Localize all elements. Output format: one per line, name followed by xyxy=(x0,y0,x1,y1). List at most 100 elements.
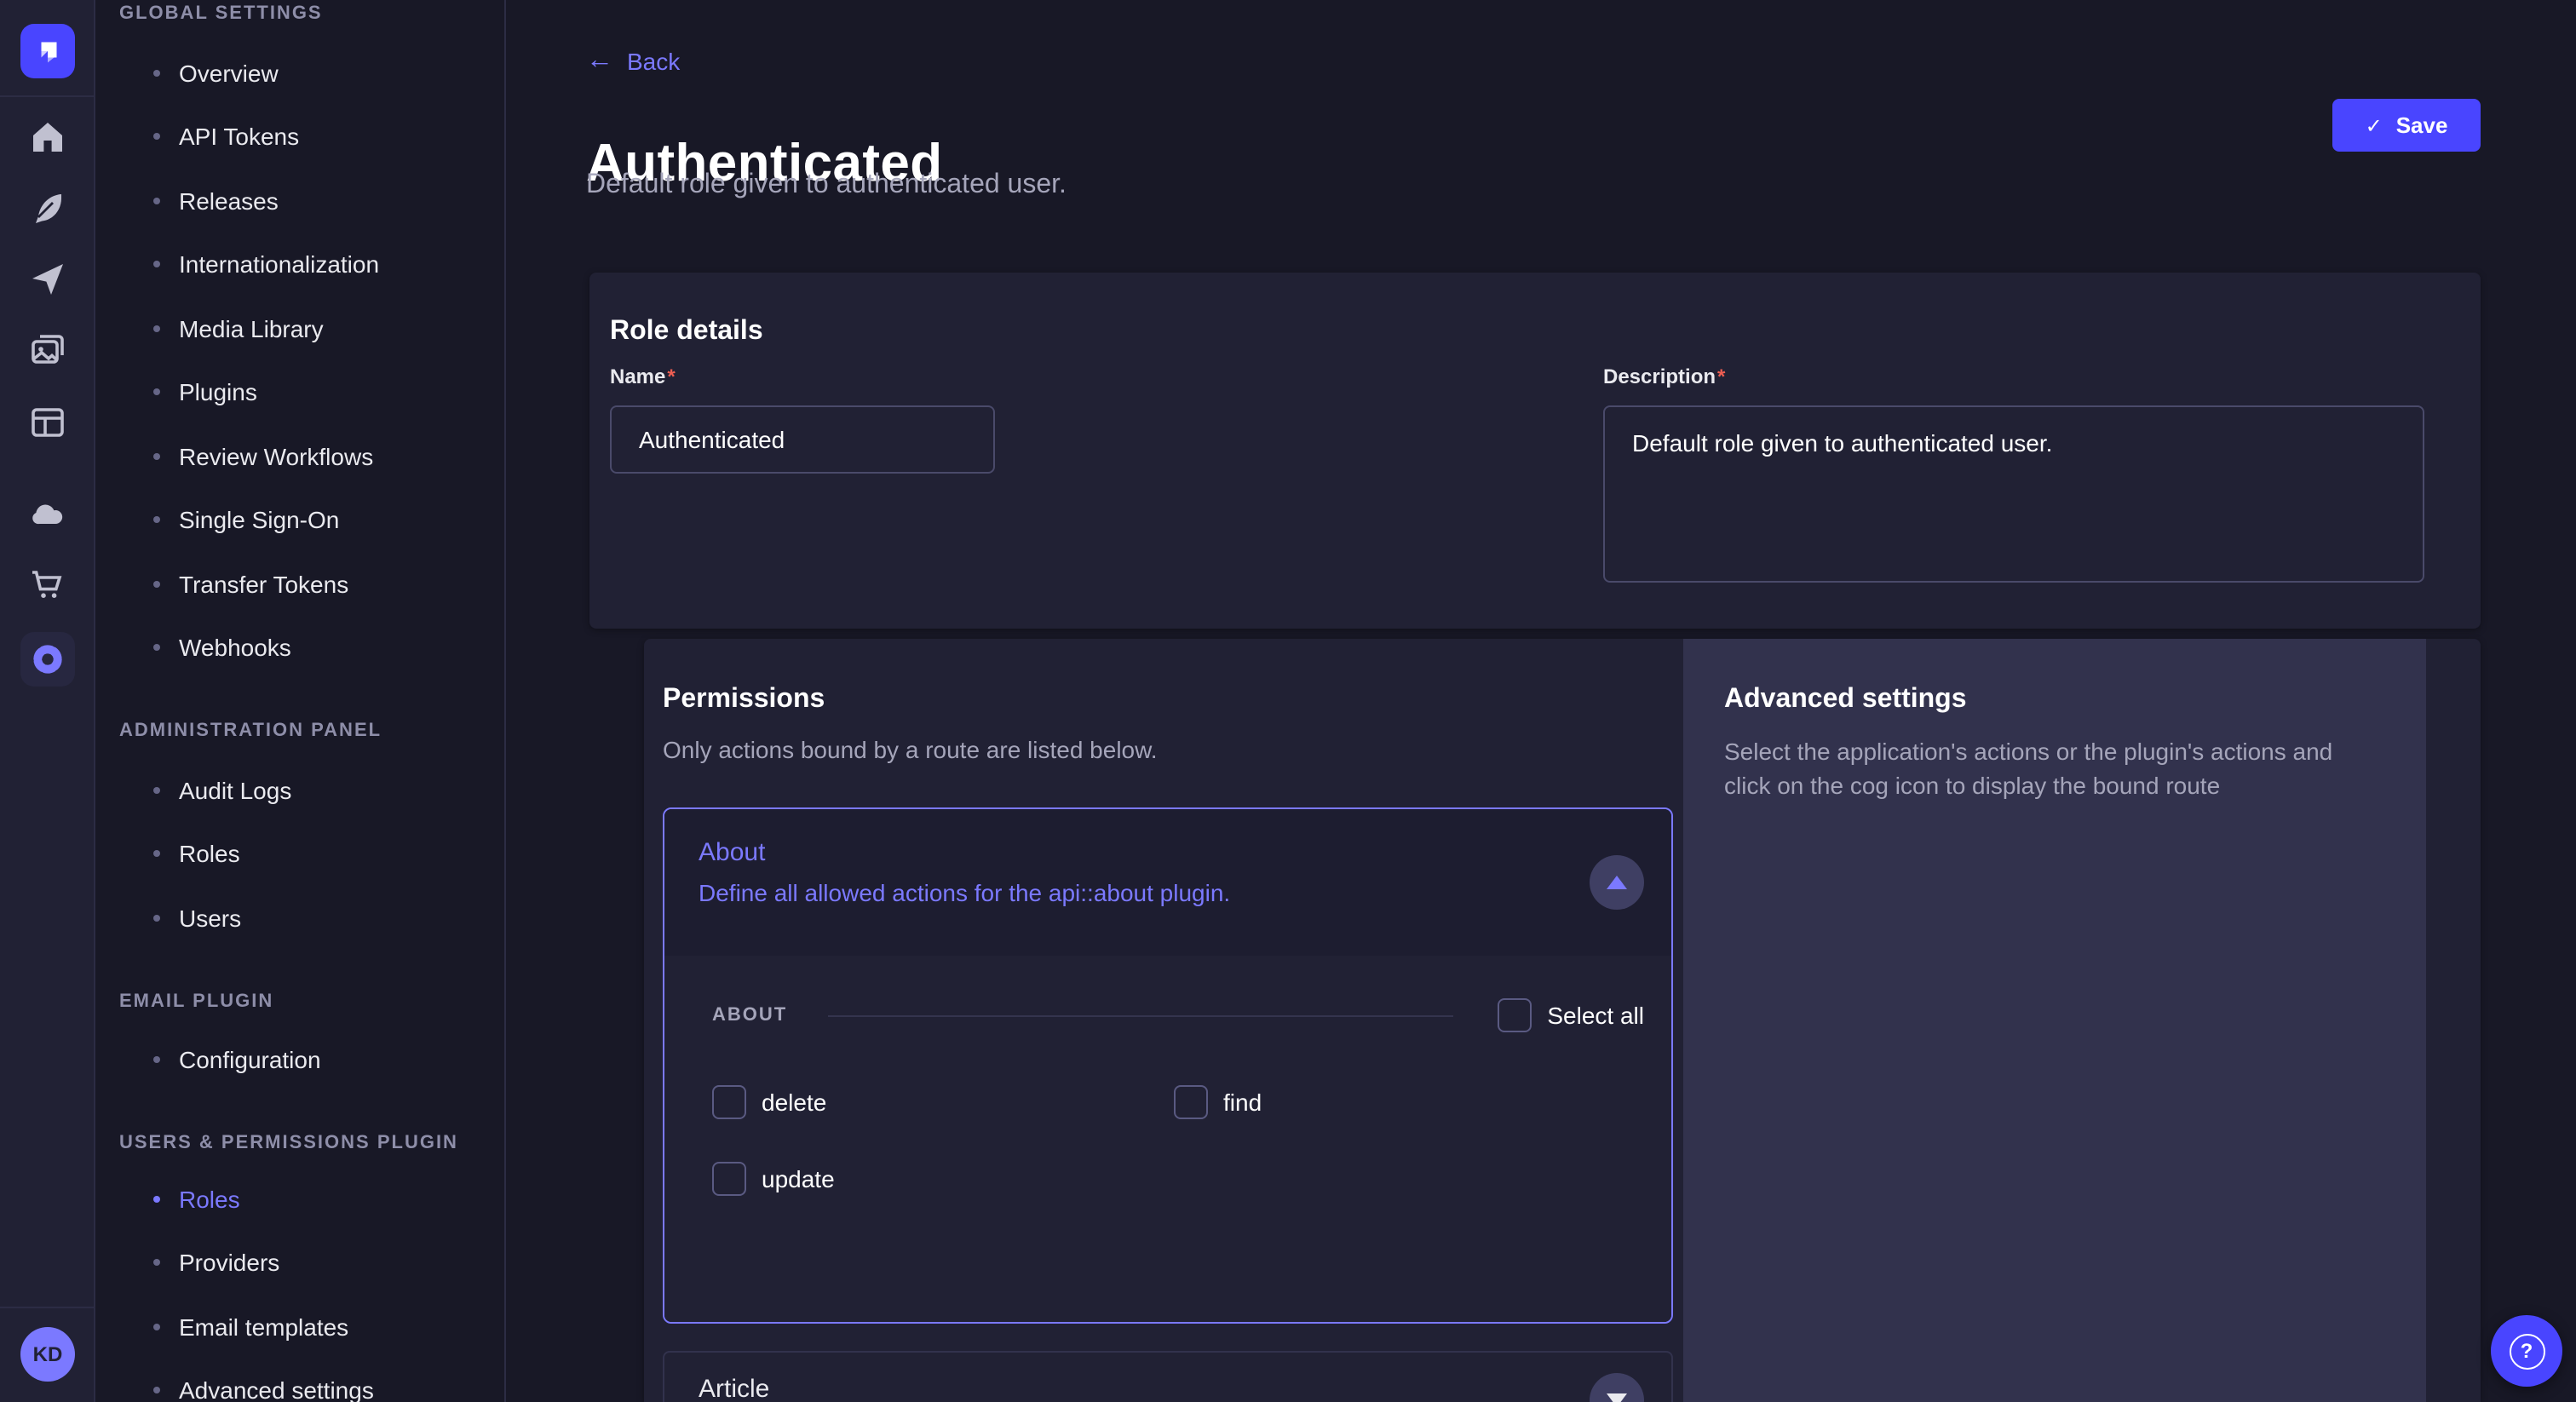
description-textarea[interactable]: Default role given to authenticated user… xyxy=(1603,405,2424,583)
sidebar-item-single-sign-on[interactable]: Single Sign-On xyxy=(119,488,504,552)
update-label: update xyxy=(762,1165,835,1192)
sidebar-item-internationalization[interactable]: Internationalization xyxy=(119,233,504,296)
sidebar-item-label: Releases xyxy=(179,187,279,215)
help-button[interactable]: ? xyxy=(2491,1315,2562,1387)
sidebar-item-api-tokens[interactable]: API Tokens xyxy=(119,105,504,169)
update-checkbox[interactable] xyxy=(712,1162,746,1196)
description-label: Description* xyxy=(1603,365,1725,388)
permission-update: update xyxy=(712,1162,1174,1196)
sidebar-item-media-library[interactable]: Media Library xyxy=(119,296,504,360)
delete-label: delete xyxy=(762,1089,826,1116)
sidebar-item-roles[interactable]: Roles xyxy=(119,1167,504,1231)
delete-checkbox[interactable] xyxy=(712,1085,746,1119)
sidebar-item-configuration[interactable]: Configuration xyxy=(119,1028,504,1092)
cart-icon[interactable] xyxy=(27,564,68,605)
collapse-about-button[interactable] xyxy=(1590,855,1644,910)
required-asterisk: * xyxy=(667,365,675,388)
sidebar-item-advanced-settings[interactable]: Advanced settings xyxy=(119,1359,504,1402)
about-group-label: ABOUT xyxy=(712,1005,787,1026)
group-divider-line xyxy=(828,1014,1453,1016)
bullet-icon xyxy=(153,1260,160,1267)
user-avatar[interactable]: KD xyxy=(20,1327,75,1382)
rail-divider xyxy=(0,95,94,97)
bullet-icon xyxy=(153,1324,160,1330)
nav-section-header: ADMINISTRATION PANEL xyxy=(119,721,504,741)
rail-item-settings-active[interactable] xyxy=(20,632,75,687)
strapi-settings-page: KD GLOBAL SETTINGSOverviewAPI TokensRele… xyxy=(0,0,2576,1402)
sidebar-item-label: API Tokens xyxy=(179,124,299,151)
sidebar-item-plugins[interactable]: Plugins xyxy=(119,360,504,424)
bullet-icon xyxy=(153,645,160,652)
role-details-heading: Role details xyxy=(610,315,2460,349)
send-icon[interactable] xyxy=(27,259,68,300)
layout-icon[interactable] xyxy=(27,402,68,443)
bullet-icon xyxy=(153,70,160,77)
sidebar-item-overview[interactable]: Overview xyxy=(119,41,504,105)
select-all-checkbox[interactable] xyxy=(1498,998,1532,1032)
sidebar-item-review-workflows[interactable]: Review Workflows xyxy=(119,424,504,488)
bullet-icon xyxy=(153,325,160,332)
sidebar-item-label: Internationalization xyxy=(179,251,379,279)
sidebar-item-transfer-tokens[interactable]: Transfer Tokens xyxy=(119,552,504,616)
sidebar-item-email-templates[interactable]: Email templates xyxy=(119,1295,504,1359)
chevron-up-icon xyxy=(1607,876,1627,889)
select-all-wrap: Select all xyxy=(1498,998,1644,1032)
cloud-icon[interactable] xyxy=(27,492,68,533)
sidebar-item-label: Users xyxy=(179,905,241,932)
back-arrow-icon: ← xyxy=(586,49,613,73)
name-input[interactable] xyxy=(610,405,995,474)
page-subtitle: Default role given to authenticated user… xyxy=(586,170,1067,201)
nav-section-header: USERS & PERMISSIONS PLUGIN xyxy=(119,1133,504,1153)
save-label: Save xyxy=(2396,112,2448,138)
accordion-about: About Define all allowed actions for the… xyxy=(663,807,1673,1324)
sidebar-item-audit-logs[interactable]: Audit Logs xyxy=(119,758,504,822)
bullet-icon xyxy=(153,915,160,922)
select-all-label: Select all xyxy=(1547,1002,1644,1029)
bullet-icon xyxy=(153,581,160,588)
back-label: Back xyxy=(627,48,680,75)
strapi-logo[interactable] xyxy=(20,24,75,78)
sidebar-item-label: Webhooks xyxy=(179,635,291,662)
bullet-icon xyxy=(153,1196,160,1203)
sidebar-item-label: Advanced settings xyxy=(179,1377,374,1402)
sidebar-item-label: Single Sign-On xyxy=(179,507,339,534)
main-nav-rail: KD xyxy=(0,0,95,1402)
advanced-settings-body: Select the application's actions or the … xyxy=(1724,736,2348,802)
role-details-card: Role details Name* Description* Default … xyxy=(589,273,2481,629)
sidebar-item-users[interactable]: Users xyxy=(119,886,504,950)
gear-icon xyxy=(31,642,65,676)
accordion-about-description: Define all allowed actions for the api::… xyxy=(699,879,1562,908)
name-label: Name* xyxy=(610,365,676,388)
bullet-icon xyxy=(153,787,160,794)
home-icon[interactable] xyxy=(27,116,68,157)
permission-find: find xyxy=(1174,1085,1644,1119)
sidebar-item-roles[interactable]: Roles xyxy=(119,822,504,886)
strapi-logo-icon xyxy=(32,36,63,66)
settings-subnav: GLOBAL SETTINGSOverviewAPI TokensRelease… xyxy=(95,0,506,1402)
feather-icon[interactable] xyxy=(27,187,68,228)
bullet-icon xyxy=(153,851,160,858)
bullet-icon xyxy=(153,517,160,524)
required-asterisk: * xyxy=(1717,365,1725,388)
bullet-icon xyxy=(153,1388,160,1394)
sidebar-item-label: Providers xyxy=(179,1250,279,1277)
sidebar-item-label: Roles xyxy=(179,841,240,868)
back-link[interactable]: ← Back xyxy=(586,48,680,75)
sidebar-item-releases[interactable]: Releases xyxy=(119,169,504,233)
accordion-about-header[interactable]: About Define all allowed actions for the… xyxy=(664,809,1671,956)
permissions-column: Permissions Only actions bound by a rout… xyxy=(644,639,1683,1402)
bullet-icon xyxy=(153,261,160,268)
bullet-icon xyxy=(153,198,160,204)
media-library-icon[interactable] xyxy=(27,330,68,371)
accordion-article[interactable]: Article Define all allowed actions for t… xyxy=(663,1351,1673,1402)
sidebar-item-label: Overview xyxy=(179,60,279,87)
expand-article-button[interactable] xyxy=(1590,1373,1644,1402)
find-checkbox[interactable] xyxy=(1174,1085,1208,1119)
save-button[interactable]: ✓ Save xyxy=(2332,99,2481,152)
sidebar-item-webhooks[interactable]: Webhooks xyxy=(119,616,504,680)
advanced-settings-panel: Advanced settings Select the application… xyxy=(1683,639,2426,1402)
nav-section-header: EMAIL PLUGIN xyxy=(119,991,504,1011)
sidebar-item-providers[interactable]: Providers xyxy=(119,1231,504,1295)
check-icon: ✓ xyxy=(2366,113,2383,137)
question-mark-icon: ? xyxy=(2509,1333,2544,1369)
